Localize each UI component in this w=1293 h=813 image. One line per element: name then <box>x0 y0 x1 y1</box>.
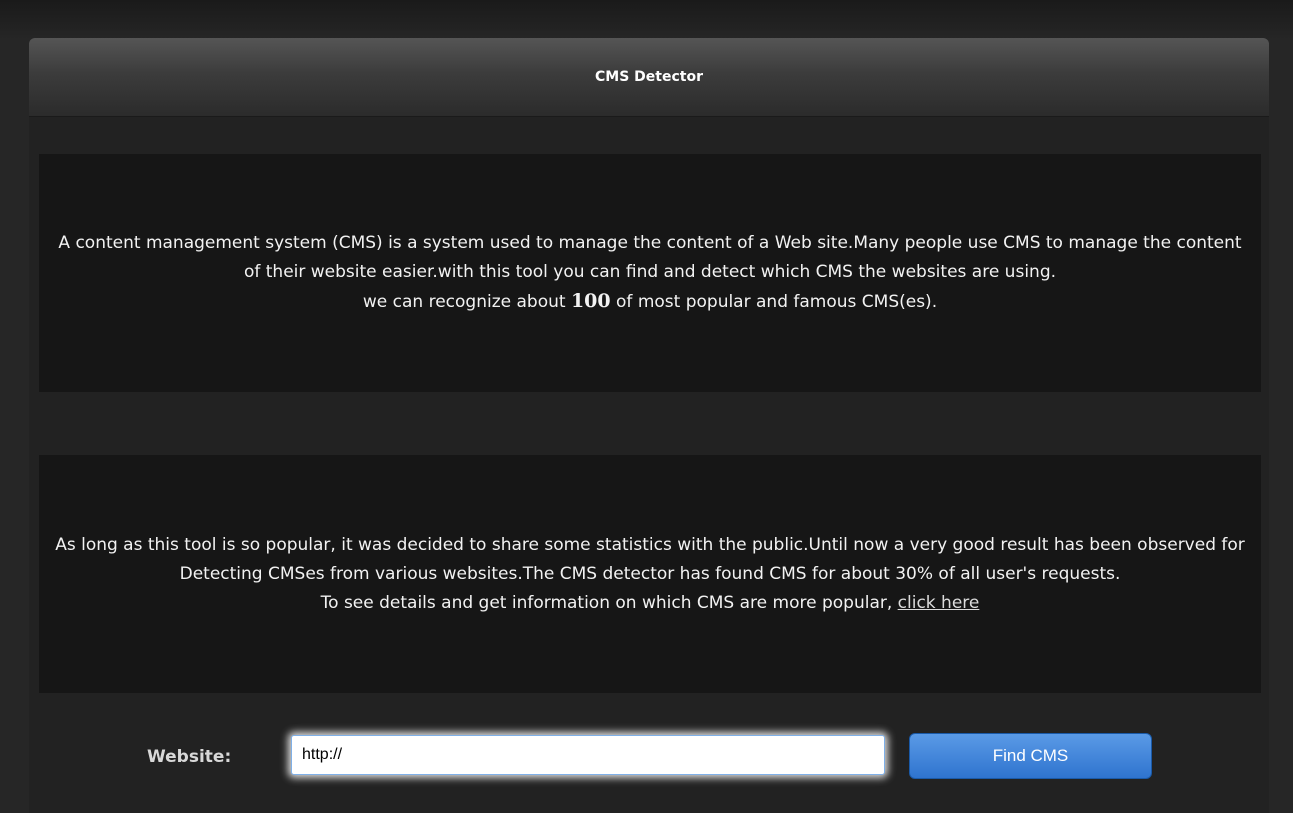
page-background: CMS Detector A content management system… <box>0 0 1293 813</box>
details-prefix: To see details and get information on wh… <box>320 592 898 613</box>
stats-box: As long as this tool is so popular, it w… <box>39 455 1261 693</box>
website-label: Website: <box>147 747 232 767</box>
website-form: Website: Find CMS <box>29 733 1269 783</box>
stats-description: As long as this tool is so popular, it w… <box>55 534 1245 584</box>
panel-title: CMS Detector <box>595 69 703 85</box>
click-here-link[interactable]: click here <box>898 593 980 613</box>
recognize-prefix: we can recognize about <box>362 292 571 312</box>
about-text: A content management system (CMS) is a s… <box>50 229 1250 317</box>
cms-detector-panel: CMS Detector A content management system… <box>29 38 1269 813</box>
about-description: A content management system (CMS) is a s… <box>58 233 1242 282</box>
panel-header: CMS Detector <box>29 38 1269 117</box>
cms-count: 100 <box>570 290 611 312</box>
about-box: A content management system (CMS) is a s… <box>39 154 1261 392</box>
website-url-input[interactable] <box>291 735 885 775</box>
stats-text: As long as this tool is so popular, it w… <box>50 531 1250 618</box>
find-cms-button[interactable]: Find CMS <box>909 733 1152 779</box>
recognize-suffix: of most popular and famous CMS(es). <box>610 292 938 312</box>
